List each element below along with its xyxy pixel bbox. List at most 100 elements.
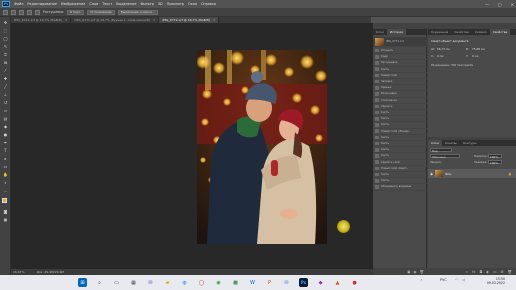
history-snapshot[interactable]: IMG_9771.cr2 [373, 37, 427, 47]
excel-icon[interactable]: ▩ [231, 278, 240, 287]
widgets-icon[interactable]: ▦ [129, 278, 138, 287]
powerpoint-icon[interactable]: P [265, 278, 274, 287]
gradient-tool-icon[interactable]: ▤ [3, 116, 8, 121]
camera-icon[interactable]: ◉ [413, 270, 416, 274]
chat-icon[interactable]: ✉ [146, 278, 155, 287]
y-value[interactable]: 0 см [472, 54, 478, 58]
blend-mode-select[interactable]: Обычные [430, 154, 460, 159]
shape-tool-icon[interactable]: ▭ [3, 164, 8, 169]
menu-image[interactable]: Изображение [61, 2, 85, 6]
menu-window[interactable]: Окно [188, 2, 197, 6]
trash-icon[interactable]: 🗑 [420, 270, 424, 274]
x-value[interactable]: 0 см [437, 54, 443, 58]
menu-layers[interactable]: Слои [89, 2, 98, 6]
select-and-mask-button[interactable]: Выделение и маска... [117, 9, 158, 15]
zoom-level[interactable]: 16,67% [13, 270, 24, 274]
intersect-selection-icon[interactable] [35, 9, 40, 15]
adjustment-icon[interactable]: ◐ [486, 270, 489, 274]
quick-select-tool-icon[interactable]: ✎ [3, 44, 8, 49]
link-icon[interactable]: ∞ [465, 270, 468, 274]
frame-tool-icon[interactable]: ⊠ [3, 60, 8, 65]
path-select-tool-icon[interactable]: ▸ [3, 156, 8, 161]
stamp-tool-icon[interactable]: ⊥ [3, 92, 8, 97]
document-image[interactable] [197, 50, 327, 244]
fill-input[interactable]: 100% [488, 160, 502, 165]
opacity-input[interactable]: 100% [488, 154, 502, 159]
file-explorer-icon[interactable]: ▰ [163, 278, 172, 287]
start-icon[interactable]: ⊞ [78, 278, 87, 287]
mail-icon[interactable]: ✉ [282, 278, 291, 287]
close-icon[interactable]: ✕ [213, 18, 216, 22]
blur-tool-icon[interactable]: ◆ [3, 124, 8, 129]
history-brush-icon[interactable]: ↺ [3, 100, 8, 105]
clock[interactable]: 15:50 09.03.2022 [485, 277, 505, 285]
menu-view[interactable]: Просмотр [167, 2, 184, 6]
history-step[interactable]: Объединить видимые [373, 184, 427, 191]
menu-edit[interactable]: Редактирование [27, 2, 57, 6]
tool-preset-icon[interactable] [3, 9, 8, 15]
menu-3d[interactable]: 3D [158, 2, 163, 6]
mask-icon[interactable]: ◘ [479, 270, 482, 274]
minimize-icon[interactable]: — [485, 2, 489, 7]
photoshop-taskbar-icon[interactable]: Ps [299, 278, 308, 287]
new-selection-icon[interactable] [11, 9, 16, 15]
menu-file[interactable]: Файл [14, 2, 23, 6]
lasso-tool-icon[interactable]: ◯ [3, 36, 8, 41]
app-icon-3[interactable]: ● [350, 278, 359, 287]
maximize-icon[interactable]: ▢ [498, 2, 502, 7]
close-icon[interactable]: ✕ [153, 18, 156, 22]
menu-help[interactable]: Справка [201, 2, 216, 6]
photoshop-logo: Ps [2, 1, 10, 7]
search-icon[interactable]: ⌕ [95, 278, 104, 287]
feather-input[interactable]: 0 пикс. [67, 9, 85, 15]
foreground-color-swatch[interactable] [2, 198, 7, 203]
app-icon[interactable]: ◆ [316, 278, 325, 287]
type-tool-icon[interactable]: T [3, 148, 8, 153]
healing-tool-icon[interactable]: ✚ [3, 76, 8, 81]
width-value[interactable]: 56,73 см [437, 47, 450, 51]
dodge-tool-icon[interactable]: ● [3, 132, 8, 137]
close-icon[interactable]: ✕ [65, 18, 68, 22]
lock-label: Закреп.: [430, 160, 443, 164]
pen-tool-icon[interactable]: ✒ [3, 140, 8, 145]
antialias-checkbox[interactable]: Сглаживание [87, 9, 115, 15]
fill-value: 100% [490, 161, 498, 165]
hand-tool-icon[interactable]: ✋ [3, 172, 8, 177]
more-tools-icon[interactable]: … [3, 188, 8, 193]
menu-select[interactable]: Выделение [116, 2, 136, 6]
zoom-tool-icon[interactable]: ⌕ [3, 180, 8, 185]
app-icon-2[interactable]: ▲ [333, 278, 342, 287]
quick-mask-icon[interactable]: ◙ [3, 209, 8, 214]
wifi-icon[interactable]: ◠ [455, 278, 458, 282]
new-document-icon[interactable]: ▣ [407, 270, 410, 274]
layers-panel: Вид Обычные Непрозр.: 100% Закреп.: Зали… [428, 146, 516, 270]
move-tool-icon[interactable]: ✥ [3, 20, 8, 25]
brush-tool-icon[interactable]: ╱ [3, 84, 8, 89]
tray-chevron-icon[interactable]: ⌃ [420, 279, 423, 283]
edge-icon[interactable]: ◍ [180, 278, 189, 287]
close-icon[interactable]: ✕ [511, 2, 514, 7]
word-icon[interactable]: W [248, 278, 257, 287]
add-selection-icon[interactable] [19, 9, 24, 15]
volume-icon[interactable]: ◁ [462, 278, 465, 282]
eraser-tool-icon[interactable]: ▱ [3, 108, 8, 113]
subtract-selection-icon[interactable] [27, 9, 32, 15]
trash-icon[interactable]: 🗑 [508, 270, 512, 274]
crop-tool-icon[interactable]: ⌗ [3, 52, 8, 57]
screen-mode-icon[interactable]: ▣ [3, 217, 8, 222]
new-layer-icon[interactable]: ⊞ [501, 270, 504, 274]
marquee-tool-icon[interactable]: ⬚ [3, 28, 8, 33]
eyedropper-tool-icon[interactable]: ⁄ [3, 68, 8, 73]
chrome-icon[interactable]: ◉ [214, 278, 223, 287]
layer-kind-filter[interactable]: Вид [430, 148, 452, 153]
layer-row[interactable]: ◉ Фон 🔒 [428, 169, 516, 178]
opera-icon[interactable]: ◯ [197, 278, 206, 287]
language-indicator[interactable]: РУС [440, 278, 447, 282]
menu-type[interactable]: Текст [102, 2, 112, 6]
task-view-icon[interactable]: ▭ [112, 278, 121, 287]
eye-icon[interactable]: ◉ [430, 172, 433, 176]
fx-icon[interactable]: fx [472, 270, 475, 274]
menu-filter[interactable]: Фильтр [140, 2, 153, 6]
height-value[interactable]: 75,68 см [472, 47, 485, 51]
folder-icon[interactable]: ▭ [493, 270, 496, 274]
